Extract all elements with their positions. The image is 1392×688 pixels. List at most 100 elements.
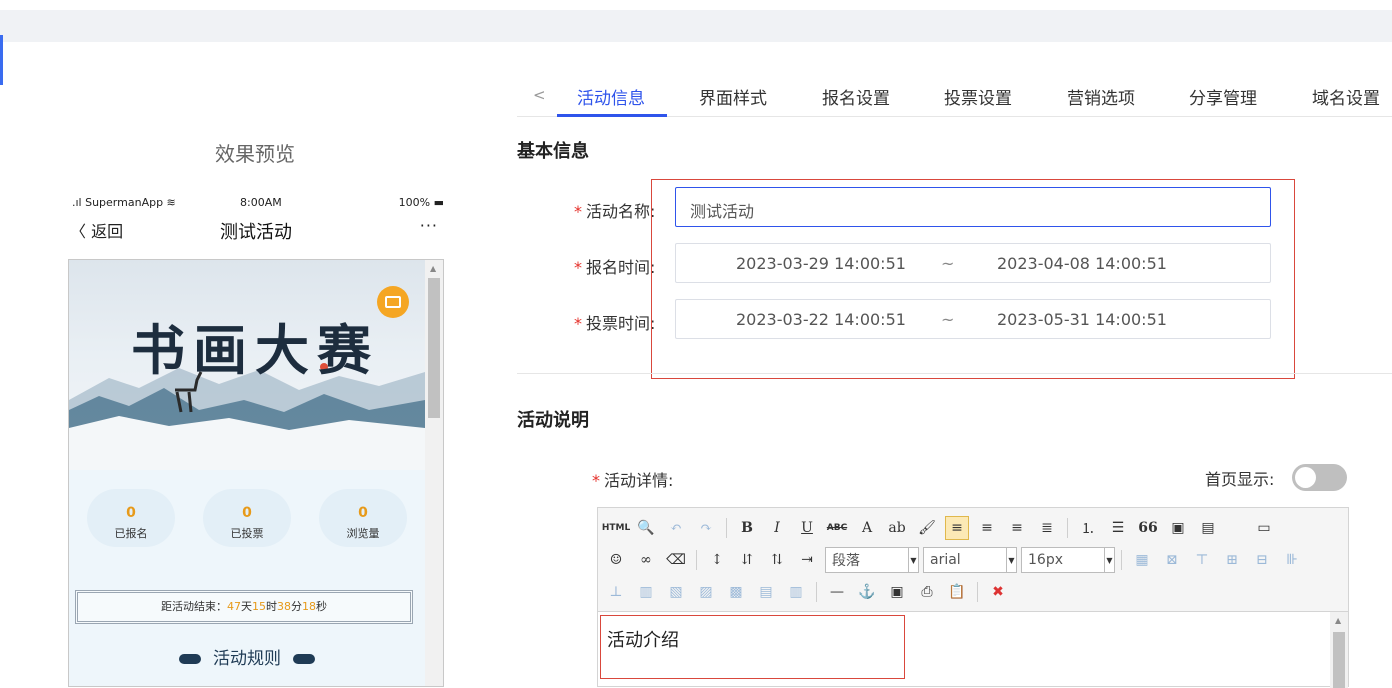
blockquote-button[interactable]: 66 [1136, 516, 1160, 540]
highlight-box-content [600, 615, 905, 679]
split-rows-icon[interactable]: ▤ [754, 580, 778, 604]
insert-image-icon[interactable]: ▣ [1166, 516, 1190, 540]
stat-signups: 0 已报名 [81, 485, 181, 555]
merge-down-icon[interactable]: ▨ [694, 580, 718, 604]
preview-zoom-icon[interactable]: 🔍 [634, 516, 658, 540]
image-icon[interactable]: ▣ [885, 580, 909, 604]
toggle-knob [1295, 467, 1316, 488]
tab-marketing-options[interactable]: 营销选项 [1067, 84, 1135, 109]
line-height-icon[interactable]: ↕ [705, 548, 729, 572]
strikethrough-button[interactable]: ABC [825, 516, 849, 540]
stats-row: 0 已报名 0 已投票 0 浏览量 [69, 485, 425, 555]
merge-right-icon[interactable]: ▧ [664, 580, 688, 604]
carrier-signal: .ıl SupermanApp ≋ [72, 196, 176, 209]
stat-label: 浏览量 [346, 527, 380, 540]
paragraph-spacing-icon[interactable]: ⇵ [735, 548, 759, 572]
calendar-badge-icon[interactable] [377, 286, 409, 318]
banner-image: 书画大赛 [69, 260, 425, 470]
tab-interface-style[interactable]: 界面样式 [699, 84, 767, 109]
sidebar-active-indicator [0, 35, 3, 85]
undo-icon[interactable]: ↶ [664, 516, 688, 540]
italic-button[interactable]: I [765, 516, 789, 540]
toolbar-row-2: ☺ ∞ ⌫ ↕ ⇵ ⇅ ⇥ 段落 ▼ arial ▼ 16px ▼ ▦ ⊠ ⊤ ⊞ ⊟… [604, 546, 1310, 574]
underline-button[interactable]: U [795, 516, 819, 540]
insert-row-icon[interactable]: ⊞ [1220, 548, 1244, 572]
more-icon[interactable]: ··· [420, 216, 438, 235]
ordered-list-icon[interactable]: ⒈ [1076, 516, 1100, 540]
eraser-icon[interactable]: ⌫ [664, 548, 688, 572]
scroll-thumb[interactable] [428, 278, 440, 418]
tab-share-management[interactable]: 分享管理 [1189, 84, 1257, 109]
delete-col-icon[interactable]: ⊥ [604, 580, 628, 604]
align-justify-icon[interactable]: ≣ [1035, 516, 1059, 540]
font-color-button[interactable]: A [855, 516, 879, 540]
anchor-icon[interactable]: ⚓ [855, 580, 879, 604]
stat-label: 已投票 [230, 527, 264, 540]
stat-value: 0 [242, 505, 252, 521]
phone-title: 测试活动 [220, 222, 292, 243]
tab-activity-info[interactable]: 活动信息 [577, 84, 645, 109]
emoji-icon[interactable]: ☺ [604, 548, 628, 572]
chevron-down-icon: ▼ [1104, 548, 1114, 572]
insert-paragraph-before-table-icon[interactable]: ⊤ [1190, 548, 1214, 572]
align-left-icon[interactable]: ≡ [945, 516, 969, 540]
editor-scrollbar[interactable]: ▲ [1330, 612, 1348, 688]
insert-video-icon[interactable]: ▤ [1196, 516, 1220, 540]
back-button[interactable]: 〈 返回 [70, 218, 123, 242]
fullscreen-icon[interactable]: ▭ [1252, 516, 1276, 540]
insert-table-icon[interactable]: ▦ [1130, 548, 1154, 572]
tab-vote-settings[interactable]: 投票设置 [944, 84, 1012, 109]
unordered-list-icon[interactable]: ☰ [1106, 516, 1130, 540]
align-center-icon[interactable]: ≡ [975, 516, 999, 540]
font-size-select[interactable]: 16px ▼ [1021, 547, 1115, 573]
activity-name-label: * 活动名称: [574, 202, 656, 221]
swirl-right-icon [293, 654, 315, 664]
countdown-timer: 距活动结束：47天15时38分18秒 [75, 590, 413, 624]
indent-icon[interactable]: ⇥ [795, 548, 819, 572]
scroll-thumb[interactable] [1333, 632, 1345, 688]
stat-value: 0 [126, 505, 136, 521]
html-source-button[interactable]: HTML [602, 516, 630, 540]
phone-status-bar: .ıl SupermanApp ≋ 8:00AM 100% ▬ [72, 196, 444, 212]
insert-col-icon[interactable]: ⊪ [1280, 548, 1304, 572]
toolbar-row-1: HTML 🔍 ↶ ↷ B I U ABC A ab 🖌 ≡ ≡ ≡ ≣ ⒈ ☰ … [602, 514, 1282, 542]
horizontal-rule-icon[interactable]: — [825, 580, 849, 604]
basic-info-title: 基本信息 [517, 141, 589, 162]
description-title: 活动说明 [517, 410, 589, 431]
delete-table-icon[interactable]: ⊠ [1160, 548, 1184, 572]
paste-icon[interactable]: 📋 [945, 580, 969, 604]
preview-scrollbar[interactable]: ▲ [425, 260, 443, 686]
top-bar [0, 10, 1392, 42]
split-cols-icon[interactable]: ▥ [784, 580, 808, 604]
format-brush-icon[interactable]: 🖌 [915, 516, 939, 540]
battery-status: 100% ▬ [398, 196, 444, 209]
link-icon[interactable]: ∞ [634, 548, 658, 572]
font-family-select[interactable]: arial ▼ [923, 547, 1017, 573]
row-spacing-icon[interactable]: ⇅ [765, 548, 789, 572]
stat-votes: 0 已投票 [197, 485, 297, 555]
rules-heading: 活动规则 [69, 644, 425, 669]
bold-button[interactable]: B [735, 516, 759, 540]
paragraph-select[interactable]: 段落 ▼ [825, 547, 919, 573]
tab-prev-arrow-icon[interactable]: < [533, 86, 546, 104]
vote-time-label: * 投票时间: [574, 314, 656, 333]
activity-detail-label: * 活动详情: [592, 471, 674, 490]
delete-row-icon[interactable]: ⊟ [1250, 548, 1274, 572]
settings-tabs: < 活动信息 界面样式 报名设置 投票设置 营销选项 分享管理 域名设置 [517, 80, 1392, 117]
homepage-display-toggle[interactable] [1292, 464, 1347, 491]
print-icon[interactable]: ⎙ [915, 580, 939, 604]
toolbar-row-3: ⊥ ▥ ▧ ▨ ▩ ▤ ▥ — ⚓ ▣ ⎙ 📋 ✖ [604, 578, 1016, 606]
tab-signup-settings[interactable]: 报名设置 [822, 84, 890, 109]
scroll-up-arrow-icon[interactable]: ▲ [1335, 616, 1341, 625]
phone-preview: 书画大赛 0 已报名 0 已投票 0 浏览量 距活动结束：47天15时38分18… [68, 259, 444, 687]
banner-title: 书画大赛 [131, 318, 379, 382]
highlight-color-icon[interactable]: ab [885, 516, 909, 540]
scroll-up-arrow-icon[interactable]: ▲ [430, 264, 436, 273]
redo-icon[interactable]: ↷ [694, 516, 718, 540]
split-cells-icon[interactable]: ▩ [724, 580, 748, 604]
clear-format-icon[interactable]: ✖ [986, 580, 1010, 604]
tab-domain-settings[interactable]: 域名设置 [1312, 84, 1380, 109]
homepage-display-label: 首页显示: [1205, 470, 1275, 489]
align-right-icon[interactable]: ≡ [1005, 516, 1029, 540]
merge-cells-icon[interactable]: ▥ [634, 580, 658, 604]
